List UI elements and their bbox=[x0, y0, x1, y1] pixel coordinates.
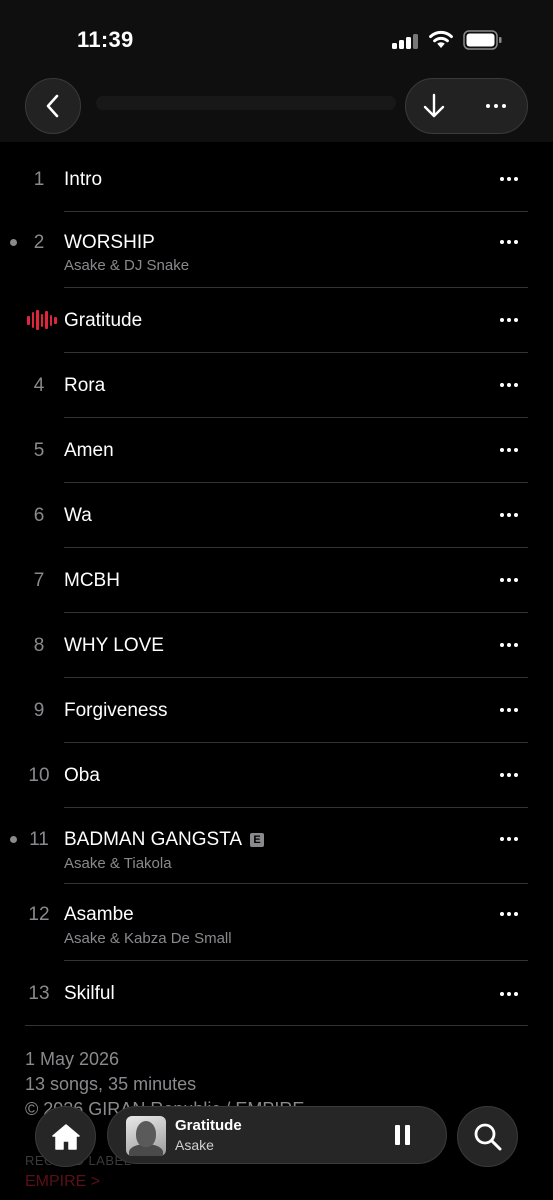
track-title: Skilful bbox=[64, 983, 115, 1004]
track-row[interactable]: 13 Skilful bbox=[0, 961, 553, 1026]
track-title-text: BADMAN GANGSTA bbox=[64, 829, 243, 850]
album-artwork-thumbnail bbox=[126, 1116, 166, 1156]
record-label-link[interactable]: EMPIRE > bbox=[25, 1173, 100, 1191]
track-more-button[interactable] bbox=[500, 837, 518, 841]
track-number: 8 bbox=[33, 635, 45, 656]
track-more-button[interactable] bbox=[500, 912, 518, 916]
album-summary: 13 songs, 35 minutes bbox=[25, 1074, 197, 1094]
header-title-faded bbox=[96, 96, 396, 110]
track-number: 9 bbox=[33, 700, 45, 721]
track-row[interactable]: 4 Rora bbox=[0, 353, 553, 418]
track-more-button[interactable] bbox=[500, 513, 518, 517]
home-button[interactable] bbox=[35, 1106, 96, 1167]
track-number: 13 bbox=[28, 983, 50, 1004]
track-title: Rora bbox=[64, 375, 106, 396]
track-number: 4 bbox=[33, 375, 45, 396]
track-more-button[interactable] bbox=[500, 240, 518, 244]
track-number: 7 bbox=[33, 570, 45, 591]
back-button[interactable] bbox=[25, 78, 81, 134]
track-more-button[interactable] bbox=[500, 448, 518, 452]
more-dot bbox=[486, 104, 490, 108]
track-title: Oba bbox=[64, 765, 100, 786]
more-options-button[interactable] bbox=[486, 104, 506, 108]
track-title: Gratitude bbox=[64, 310, 143, 331]
download-button[interactable] bbox=[420, 91, 448, 121]
track-row[interactable]: 2 WORSHIP Asake & DJ Snake bbox=[0, 212, 553, 288]
track-artist: Asake & Tiakola bbox=[64, 855, 172, 872]
more-dot bbox=[494, 104, 498, 108]
track-row[interactable]: 9 Forgiveness bbox=[0, 678, 553, 743]
track-title: Forgiveness bbox=[64, 700, 168, 721]
now-playing-artist: Asake bbox=[175, 1137, 214, 1153]
explicit-badge: E bbox=[250, 833, 265, 847]
mini-player[interactable]: Gratitude Asake bbox=[107, 1106, 447, 1164]
pause-button[interactable] bbox=[395, 1125, 411, 1145]
home-icon bbox=[51, 1123, 80, 1150]
track-more-button[interactable] bbox=[500, 383, 518, 387]
chevron-left-icon bbox=[46, 94, 59, 118]
track-row[interactable]: 5 Amen bbox=[0, 418, 553, 483]
track-row-now-playing[interactable]: Gratitude bbox=[0, 288, 553, 353]
track-row[interactable]: 6 Wa bbox=[0, 483, 553, 548]
wifi-icon bbox=[429, 30, 453, 48]
track-row[interactable]: 8 WHY LOVE bbox=[0, 613, 553, 678]
track-title: Asambe bbox=[64, 904, 134, 925]
now-playing-waveform-icon bbox=[27, 310, 57, 330]
track-number: 2 bbox=[33, 232, 45, 253]
track-more-button[interactable] bbox=[500, 708, 518, 712]
track-row[interactable]: 12 Asambe Asake & Kabza De Small bbox=[0, 884, 553, 961]
track-artist: Asake & Kabza De Small bbox=[64, 930, 232, 947]
track-number: 12 bbox=[28, 904, 50, 925]
track-number: 5 bbox=[33, 440, 45, 461]
cellular-signal-icon bbox=[392, 33, 420, 49]
track-row[interactable]: 7 MCBH bbox=[0, 548, 553, 613]
track-title: Wa bbox=[64, 505, 92, 526]
track-title: BADMAN GANGSTA E bbox=[64, 829, 265, 851]
track-more-button[interactable] bbox=[500, 992, 518, 996]
track-more-button[interactable] bbox=[500, 773, 518, 777]
track-number: 11 bbox=[29, 829, 49, 850]
track-row[interactable]: 1 Intro bbox=[0, 148, 553, 212]
track-number: 1 bbox=[33, 169, 45, 190]
now-playing-title: Gratitude bbox=[175, 1117, 242, 1134]
track-title: WORSHIP bbox=[64, 232, 155, 253]
track-artist: Asake & DJ Snake bbox=[64, 257, 190, 274]
track-number: 6 bbox=[33, 505, 45, 526]
track-title: Intro bbox=[64, 169, 103, 190]
track-list: 1 Intro 2 WORSHIP Asake & DJ Snake Grati… bbox=[0, 148, 553, 1026]
track-title: Amen bbox=[64, 440, 114, 461]
new-indicator-dot bbox=[10, 239, 17, 246]
track-number: 10 bbox=[28, 765, 50, 786]
more-dot bbox=[502, 104, 506, 108]
track-more-button[interactable] bbox=[500, 643, 518, 647]
battery-icon bbox=[463, 30, 502, 50]
status-bar: 11:39 bbox=[0, 0, 553, 80]
header-actions-pill bbox=[405, 78, 528, 134]
track-more-button[interactable] bbox=[500, 177, 518, 181]
track-title: MCBH bbox=[64, 570, 120, 591]
track-more-button[interactable] bbox=[500, 318, 518, 322]
search-icon bbox=[474, 1123, 501, 1150]
track-row[interactable]: 10 Oba bbox=[0, 743, 553, 808]
search-button[interactable] bbox=[457, 1106, 518, 1167]
track-more-button[interactable] bbox=[500, 578, 518, 582]
navigation-header bbox=[0, 78, 553, 142]
track-row[interactable]: 11 BADMAN GANGSTA E Asake & Tiakola bbox=[0, 808, 553, 884]
status-time: 11:39 bbox=[77, 27, 134, 52]
track-title: WHY LOVE bbox=[64, 635, 164, 656]
new-indicator-dot bbox=[10, 836, 17, 843]
list-end-divider bbox=[25, 1025, 528, 1026]
pause-icon bbox=[395, 1125, 400, 1145]
release-date: 1 May 2026 bbox=[25, 1049, 120, 1069]
